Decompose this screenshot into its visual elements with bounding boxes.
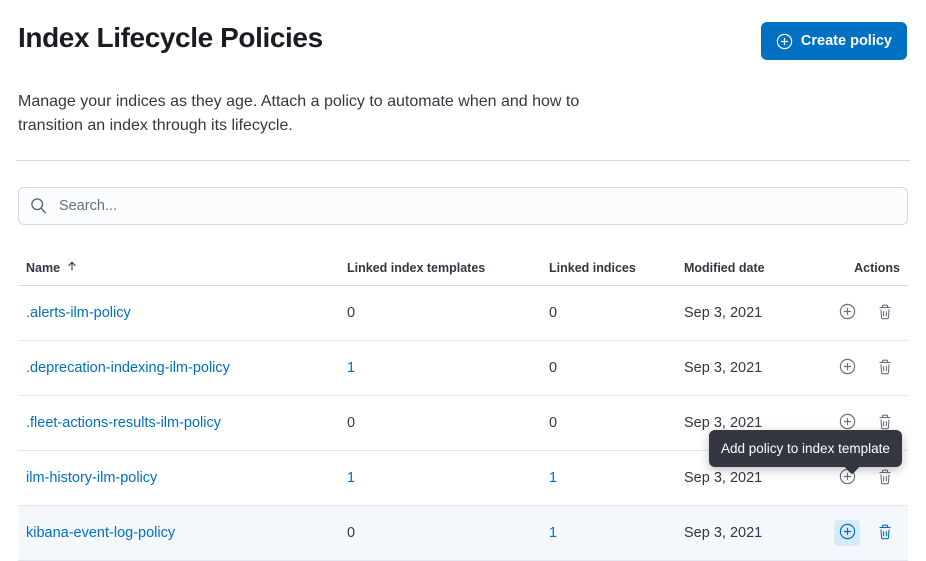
policy-name-link[interactable]: .deprecation-indexing-ilm-policy xyxy=(26,360,230,376)
delete-policy-button[interactable] xyxy=(872,355,898,381)
column-header-name[interactable]: Name xyxy=(18,250,339,286)
column-header-name-label: Name xyxy=(26,261,60,275)
plus-in-circle-icon xyxy=(839,303,856,323)
delete-policy-button[interactable] xyxy=(872,465,898,491)
linked-indices-count: 0 xyxy=(549,305,557,321)
column-header-actions: Actions xyxy=(823,250,908,286)
trash-icon xyxy=(877,469,893,488)
linked-indices-count[interactable]: 1 xyxy=(549,470,557,486)
modified-date: Sep 3, 2021 xyxy=(684,415,762,431)
table-row: kibana-event-log-policy 0 1 Sep 3, 2021 xyxy=(18,506,908,561)
column-header-linked-indices[interactable]: Linked indices xyxy=(541,250,676,286)
page-title: Index Lifecycle Policies xyxy=(18,20,323,56)
sort-ascending-arrow-icon xyxy=(66,260,78,275)
trash-icon xyxy=(877,304,893,323)
policy-name-link[interactable]: .fleet-actions-results-ilm-policy xyxy=(26,415,221,431)
table-row: .alerts-ilm-policy 0 0 Sep 3, 2021 xyxy=(18,286,908,341)
plus-in-circle-icon xyxy=(776,33,793,50)
add-policy-to-template-button[interactable] xyxy=(834,300,860,326)
linked-templates-count[interactable]: 1 xyxy=(347,360,355,376)
page-header: Index Lifecycle Policies Create policy xyxy=(0,0,926,60)
tooltip-add-policy-to-index-template: Add policy to index template xyxy=(709,430,902,467)
policy-name-link[interactable]: kibana-event-log-policy xyxy=(26,525,175,541)
create-policy-button-label: Create policy xyxy=(801,33,892,49)
trash-icon xyxy=(877,359,893,378)
delete-policy-button[interactable] xyxy=(872,300,898,326)
policy-name-link[interactable]: .alerts-ilm-policy xyxy=(26,305,131,321)
policies-table: Name Linked index templates Linked indic… xyxy=(18,250,908,561)
linked-templates-count[interactable]: 1 xyxy=(347,470,355,486)
linked-templates-count: 0 xyxy=(347,305,355,321)
policy-name-link[interactable]: ilm-history-ilm-policy xyxy=(26,470,157,486)
table-header-row: Name Linked index templates Linked indic… xyxy=(18,250,908,286)
tooltip-text: Add policy to index template xyxy=(721,441,890,456)
linked-templates-count: 0 xyxy=(347,525,355,541)
search-input[interactable] xyxy=(18,187,908,225)
modified-date: Sep 3, 2021 xyxy=(684,360,762,376)
linked-indices-count: 0 xyxy=(549,415,557,431)
create-policy-button[interactable]: Create policy xyxy=(761,22,907,60)
column-header-modified-date[interactable]: Modified date xyxy=(676,250,823,286)
table-row: .deprecation-indexing-ilm-policy 1 0 Sep… xyxy=(18,341,908,396)
trash-icon xyxy=(877,524,893,543)
modified-date: Sep 3, 2021 xyxy=(684,305,762,321)
search-bar xyxy=(18,187,908,225)
modified-date: Sep 3, 2021 xyxy=(684,525,762,541)
linked-indices-count[interactable]: 1 xyxy=(549,525,557,541)
page-description: Manage your indices as they age. Attach … xyxy=(18,90,586,138)
section-divider xyxy=(16,160,910,161)
plus-in-circle-icon xyxy=(839,523,856,543)
plus-in-circle-icon xyxy=(839,358,856,378)
modified-date: Sep 3, 2021 xyxy=(684,470,762,486)
add-policy-to-template-button[interactable] xyxy=(834,355,860,381)
linked-templates-count: 0 xyxy=(347,415,355,431)
linked-indices-count: 0 xyxy=(549,360,557,376)
column-header-linked-templates[interactable]: Linked index templates xyxy=(339,250,541,286)
